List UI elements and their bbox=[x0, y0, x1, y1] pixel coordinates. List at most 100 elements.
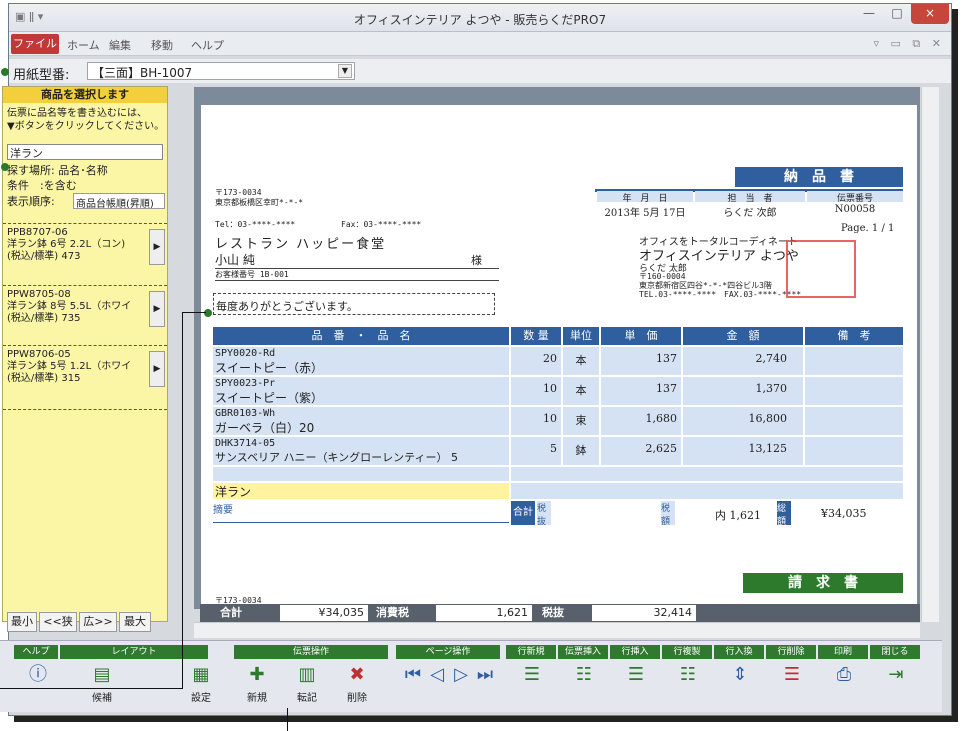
item-amount[interactable]: 2,740 bbox=[683, 347, 803, 375]
candidate-button[interactable]: ▤ 候補 bbox=[82, 663, 122, 705]
company-seal bbox=[786, 240, 856, 298]
date-header: 年 月 日 bbox=[597, 191, 693, 204]
slip-insert-button[interactable]: ☷ bbox=[564, 663, 604, 705]
row-delete-icon: ☰ bbox=[783, 664, 801, 685]
ribbon-controls[interactable]: ▿ ▭ ⧉ ✕ bbox=[874, 37, 945, 51]
sort-select[interactable]: 商品台帳順(昇順) bbox=[73, 193, 165, 209]
prev-page-icon: ◁ bbox=[430, 664, 444, 685]
customer-person[interactable]: 小山 純 bbox=[215, 251, 499, 269]
horizontal-scrollbar[interactable] bbox=[194, 622, 920, 638]
item-qty[interactable]: 10 bbox=[511, 407, 561, 435]
slip-number[interactable]: N00058 bbox=[807, 204, 903, 215]
item-amount[interactable]: 16,800 bbox=[683, 407, 803, 435]
product-item[interactable]: PPW8706-05 洋ラン鉢 5号 1.2L（ホワイ (税込/標準) 315 … bbox=[7, 349, 165, 387]
product-item[interactable]: PPW8705-08 洋ラン鉢 8号 5.5L（ホワイ (税込/標準) 735 … bbox=[7, 289, 165, 327]
memo-field[interactable]: 摘要 bbox=[213, 501, 509, 523]
item-amount[interactable]: 13,125 bbox=[683, 437, 803, 465]
item-price[interactable]: 1,680 bbox=[601, 407, 681, 435]
paper-type-select[interactable]: 【三面】BH-1007 ▼ bbox=[87, 62, 355, 80]
callout-line bbox=[0, 688, 183, 689]
row-insert-button[interactable]: ☰ bbox=[616, 663, 656, 705]
candidate-icon: ▤ bbox=[93, 664, 111, 685]
close-button[interactable]: × bbox=[911, 4, 949, 24]
item-cell[interactable]: DHK3714-05 サンスベリア ハニー（キングローレンティー） 5 bbox=[213, 437, 509, 465]
item-notes[interactable] bbox=[805, 407, 903, 435]
first-page-button[interactable]: ⏮ bbox=[400, 663, 422, 705]
col-qty: 数 量 bbox=[511, 327, 561, 345]
condition-value[interactable]: :を含む bbox=[40, 179, 77, 192]
menu-file[interactable]: ファイル bbox=[11, 34, 59, 54]
product-item[interactable]: PPB8707-06 洋ラン鉢 6号 2.2L（コン) (税込/標準) 473 … bbox=[7, 227, 165, 265]
item-notes[interactable] bbox=[805, 377, 903, 405]
chevron-down-icon[interactable]: ▼ bbox=[338, 64, 352, 78]
customer-address[interactable]: 東京都板橋区幸町*-*-* bbox=[215, 197, 303, 208]
item-notes[interactable] bbox=[805, 437, 903, 465]
last-page-button[interactable]: ⏭ bbox=[472, 663, 494, 705]
customer-number[interactable]: お客様番号 1B-001 bbox=[215, 269, 499, 281]
slip-insert-icon: ☷ bbox=[575, 664, 593, 685]
zoom-max-button[interactable]: 最大 bbox=[119, 612, 151, 632]
search-input[interactable]: 洋ラン bbox=[7, 144, 163, 160]
item-cell[interactable]: SPY0020-Rd スイートピー（赤） bbox=[213, 347, 509, 375]
item-unit[interactable]: 本 bbox=[563, 347, 599, 375]
help-icon: ⓘ bbox=[29, 664, 47, 685]
item-qty[interactable]: 10 bbox=[511, 377, 561, 405]
menu-edit[interactable]: 編集 bbox=[109, 37, 131, 53]
menu-help[interactable]: ヘルプ bbox=[191, 37, 224, 53]
empty-row[interactable] bbox=[213, 467, 509, 481]
window-title: オフィスインテリア よつや - 販売らくだPRO7 bbox=[353, 13, 607, 27]
menu-home[interactable]: ホーム bbox=[67, 37, 100, 53]
minimize-button[interactable]: — bbox=[855, 4, 883, 24]
item-notes[interactable] bbox=[805, 347, 903, 375]
item-unit[interactable]: 本 bbox=[563, 377, 599, 405]
search-where-value[interactable]: 品名･名称 bbox=[58, 164, 108, 177]
doc-date[interactable]: 2013年 5月 17日 bbox=[597, 204, 693, 219]
product-price: (税込/標準) 735 bbox=[7, 313, 81, 324]
item-qty[interactable]: 5 bbox=[511, 437, 561, 465]
item-price[interactable]: 2,625 bbox=[601, 437, 681, 465]
new-slip-button[interactable]: ✚ 新規 bbox=[240, 663, 274, 705]
staff-name[interactable]: らくだ 次郎 bbox=[695, 204, 805, 219]
item-cell[interactable]: GBR0103-Wh ガーベラ（白）20 bbox=[213, 407, 509, 435]
prev-page-button[interactable]: ◁ bbox=[424, 663, 446, 705]
zoom-wide-button[interactable]: 広>> bbox=[79, 612, 117, 632]
col-notes: 備 考 bbox=[805, 327, 903, 345]
new-slip-icon: ✚ bbox=[249, 664, 265, 685]
item-unit[interactable]: 鉢 bbox=[563, 437, 599, 465]
maximize-button[interactable]: □ bbox=[883, 4, 911, 24]
grand-total: ¥34,035 bbox=[821, 507, 867, 520]
post-slip-button[interactable]: ▥ 転記 bbox=[290, 663, 324, 705]
item-amount[interactable]: 1,370 bbox=[683, 377, 803, 405]
row-copy-button[interactable]: ☷ bbox=[668, 663, 708, 705]
print-button[interactable]: ⎙ bbox=[824, 663, 864, 705]
item-unit[interactable]: 束 bbox=[563, 407, 599, 435]
menu-move[interactable]: 移動 bbox=[151, 37, 173, 53]
greeting-field[interactable]: 毎度ありがとうございます。 bbox=[213, 293, 495, 315]
item-price[interactable]: 137 bbox=[601, 347, 681, 375]
item-input-row[interactable]: 洋ラン bbox=[213, 483, 509, 499]
delete-slip-button[interactable]: ✖ 削除 bbox=[340, 663, 374, 705]
row-delete-button[interactable]: ☰ bbox=[772, 663, 812, 705]
row-new-button[interactable]: ☰ bbox=[512, 663, 552, 705]
divider bbox=[3, 409, 167, 410]
insert-product-button[interactable]: ▶ bbox=[149, 229, 165, 265]
insert-product-button[interactable]: ▶ bbox=[149, 351, 165, 387]
help-button[interactable]: ⓘ bbox=[20, 663, 56, 705]
row-swap-button[interactable]: ⇕ bbox=[720, 663, 760, 705]
item-price[interactable]: 137 bbox=[601, 377, 681, 405]
customer-fax[interactable]: Fax：03-****-**** bbox=[341, 219, 421, 230]
customer-tel[interactable]: Tel：03-****-**** bbox=[215, 219, 295, 230]
vertical-scrollbar[interactable] bbox=[921, 87, 939, 622]
close-doc-button[interactable]: ⇥ bbox=[876, 663, 916, 705]
next-page-button[interactable]: ▷ bbox=[448, 663, 470, 705]
zoom-narrow-button[interactable]: <<狭 bbox=[39, 612, 77, 632]
insert-product-button[interactable]: ▶ bbox=[149, 291, 165, 327]
settings-button[interactable]: ▦ 設定 bbox=[186, 663, 216, 705]
item-qty[interactable]: 20 bbox=[511, 347, 561, 375]
paper-type-row: 用紙型番: 【三面】BH-1007 ▼ bbox=[9, 59, 951, 83]
customer-name[interactable]: レストラン ハッピー食堂 bbox=[215, 233, 386, 252]
zoom-min-button[interactable]: 最小 bbox=[7, 612, 37, 632]
empty-row-rest[interactable] bbox=[511, 467, 903, 481]
item-cell[interactable]: SPY0023-Pr スイートピー（紫） bbox=[213, 377, 509, 405]
input-row-rest[interactable] bbox=[511, 483, 903, 499]
